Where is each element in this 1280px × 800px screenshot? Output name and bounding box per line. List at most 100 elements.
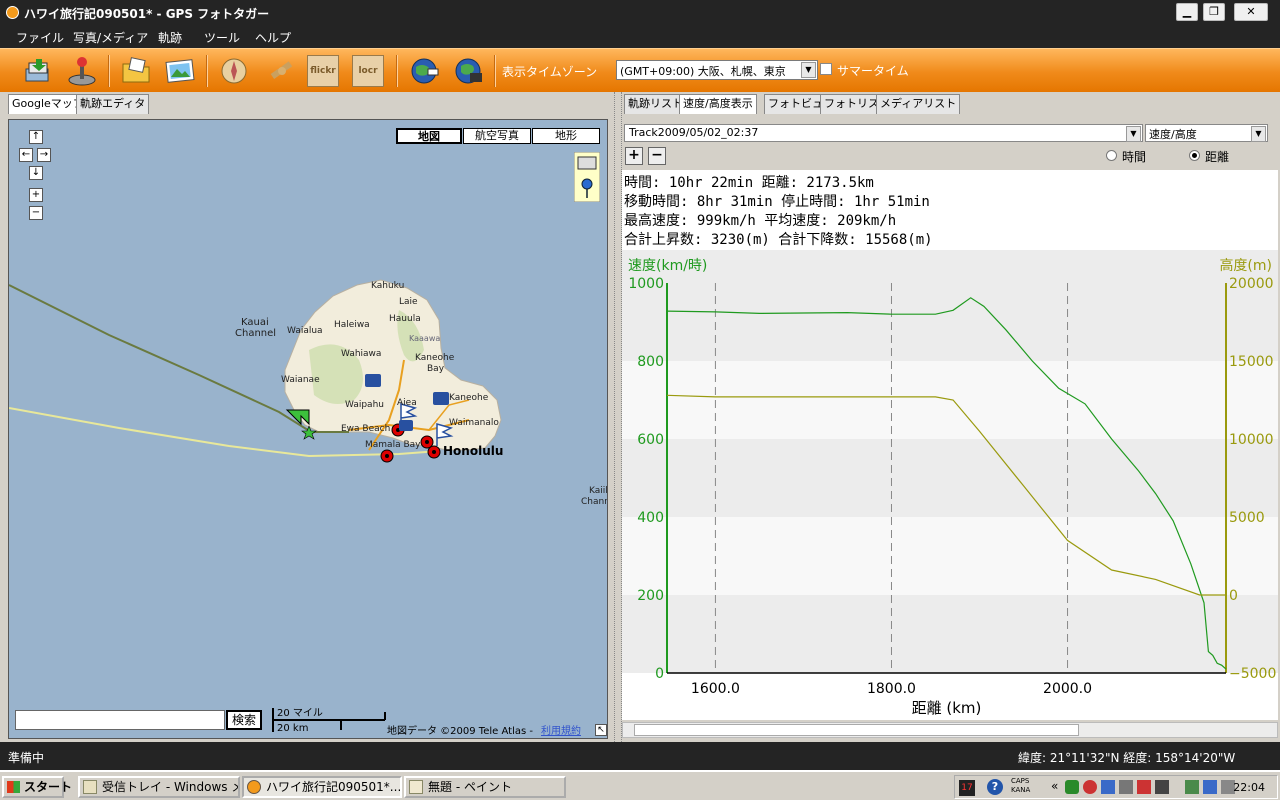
calendar-icon[interactable]: 17	[959, 780, 975, 796]
chevron-down-icon[interactable]: ▼	[1126, 126, 1141, 142]
map-type-map[interactable]: 地図	[396, 128, 462, 144]
timezone-value: (GMT+09:00) 大阪、札幌、東京	[620, 65, 786, 78]
map-zoom-in-button[interactable]: +	[29, 188, 43, 202]
pan-left-button[interactable]: ←	[19, 148, 33, 162]
chevron-down-icon[interactable]: ▼	[1251, 126, 1266, 142]
map-search-button[interactable]: 検索	[226, 710, 262, 730]
usb-icon[interactable]	[1185, 780, 1199, 794]
map-search-input[interactable]	[15, 710, 225, 730]
chart-left-tick-label: 600	[637, 432, 664, 448]
flickr-icon[interactable]: flickr	[307, 55, 339, 87]
timezone-select[interactable]: (GMT+09:00) 大阪、札幌、東京 ▼	[616, 60, 818, 80]
printer-icon[interactable]	[1155, 780, 1169, 794]
menu-tools[interactable]: ツール	[204, 29, 240, 46]
photo-icon[interactable]	[164, 55, 196, 87]
map-label: Kahuku	[371, 281, 405, 291]
joystick-icon[interactable]	[66, 55, 98, 87]
menu-photo-media[interactable]: 写真/メディア	[73, 29, 148, 46]
toolbar: flickr locr 表示タイムゾーン (GMT+09:00) 大阪、札幌、東…	[0, 48, 1280, 92]
map-marker-tool-icon[interactable]	[574, 152, 600, 202]
kana-indicator: KANA	[1011, 786, 1031, 794]
panel-splitter[interactable]	[614, 92, 622, 742]
menu-help[interactable]: ヘルプ	[255, 29, 291, 46]
satellite-icon[interactable]	[266, 55, 298, 87]
network-icon[interactable]	[1065, 780, 1079, 794]
tray-expand-icon[interactable]: «	[1051, 779, 1058, 793]
import-icon[interactable]	[22, 55, 54, 87]
chart-x-axis-title: 距離 (km)	[912, 699, 982, 717]
taskbar-item-gps-phototagger[interactable]: ハワイ旅行記090501*...	[242, 776, 402, 798]
menu-file[interactable]: ファイル	[16, 29, 64, 46]
taskbar-item-label: 無題 - ペイント	[428, 780, 512, 794]
chart-horizontal-scrollbar[interactable]	[622, 722, 1278, 738]
clock: 22:04	[1233, 781, 1265, 794]
close-button[interactable]: ✕	[1234, 3, 1268, 21]
scale-miles: 20 マイル	[277, 708, 323, 719]
taskbar-item-label: ハワイ旅行記090501*...	[266, 780, 402, 794]
update-icon[interactable]	[1101, 780, 1115, 794]
chart-right-tick-label: −5000	[1229, 666, 1276, 682]
chart-x-tick-label: 2000.0	[1043, 681, 1092, 697]
maximize-button[interactable]: ❐	[1203, 3, 1225, 21]
security-icon[interactable]	[1083, 780, 1097, 794]
chart-left-tick-label: 0	[655, 666, 664, 682]
earth-icon[interactable]	[408, 55, 440, 87]
chart-svg[interactable]: 速度(km/時) 高度(m) 0 200 400 600 800 1000 −5000 0 5000…	[622, 250, 1278, 720]
speed-altitude-chart[interactable]: 速度(km/時) 高度(m) 0 200 400 600 800 1000 −5000 0 5000…	[622, 250, 1278, 720]
map-label: Ewa Beach	[341, 424, 391, 434]
summer-time-checkbox[interactable]	[820, 63, 832, 75]
chart-zoom-out-button[interactable]: −	[648, 147, 666, 165]
taskbar-item-paint[interactable]: 無題 - ペイント	[404, 776, 566, 798]
locr-icon[interactable]: locr	[352, 55, 384, 87]
map-label: Waialua	[287, 326, 323, 336]
ime-status[interactable]: CAPS KANA	[1011, 777, 1030, 795]
toolbar-separator	[206, 55, 208, 87]
tab-speed-altitude[interactable]: 速度/高度表示	[679, 94, 757, 114]
device-icon[interactable]	[1119, 780, 1133, 794]
map-view[interactable]: ↑ ← → ↓ + − 地図 航空写真 地形 Kahuku Laie Kauai…	[8, 119, 608, 739]
chart-band	[622, 250, 1278, 283]
folder-icon[interactable]	[120, 55, 152, 87]
map-label: Waipahu	[345, 400, 384, 410]
movie-icon[interactable]	[452, 55, 484, 87]
radio-distance[interactable]	[1189, 150, 1200, 161]
right-panel: 軌跡リスト 速度/高度表示 フォトビュー フォトリスト メディアリスト Trac…	[622, 92, 1280, 742]
map-zoom-out-button[interactable]: −	[29, 206, 43, 220]
alert-icon[interactable]	[1137, 780, 1151, 794]
resize-corner-icon[interactable]: ↖	[595, 724, 607, 736]
chart-right-tick-label: 0	[1229, 588, 1238, 604]
map-type-terrain[interactable]: 地形	[532, 128, 600, 144]
taskbar: スタート 受信トレイ - Windows メ... ハワイ旅行記090501*.…	[0, 770, 1280, 800]
chart-zoom-in-button[interactable]: +	[625, 147, 643, 165]
terms-link[interactable]: 利用規約	[541, 722, 581, 737]
map-attribution: 地図データ ©2009 Tele Atlas -	[387, 726, 533, 737]
taskbar-item-mail[interactable]: 受信トレイ - Windows メ...	[78, 776, 240, 798]
paint-icon	[409, 780, 423, 794]
map-canvas[interactable]	[9, 120, 608, 739]
tab-media-list[interactable]: メディアリスト	[876, 94, 961, 114]
monitor-icon[interactable]	[1203, 780, 1217, 794]
start-button[interactable]: スタート	[2, 776, 72, 798]
pan-right-button[interactable]: →	[37, 148, 51, 162]
app-icon	[247, 780, 261, 794]
pan-up-button[interactable]: ↑	[29, 130, 43, 144]
graph-mode-select[interactable]: 速度/高度 ▼	[1145, 124, 1268, 142]
compass-icon[interactable]	[218, 55, 250, 87]
tab-track-editor[interactable]: 軌跡エディタ	[76, 94, 150, 114]
help-icon[interactable]: ?	[987, 779, 1003, 795]
chevron-down-icon[interactable]: ▼	[801, 62, 816, 78]
stat-time-distance: 時間: 10hr 22min 距離: 2173.5km	[624, 175, 874, 191]
chart-x-tick-label: 1800.0	[867, 681, 916, 697]
minimize-button[interactable]: ▁	[1176, 3, 1198, 21]
stat-ascent-descent: 合計上昇数: 3230(m) 合計下降数: 15568(m)	[624, 232, 933, 248]
summer-time-label: サマータイム	[837, 64, 909, 78]
tab-track-list[interactable]: 軌跡リスト	[624, 94, 687, 114]
track-select[interactable]: Track2009/05/02_02:37 ▼	[624, 124, 1143, 142]
track-stats: 時間: 10hr 22min 距離: 2173.5km 移動時間: 8hr 31…	[622, 170, 1278, 250]
chart-right-axis-title: 高度(m)	[1219, 257, 1272, 274]
pan-down-button[interactable]: ↓	[29, 166, 43, 180]
scrollbar-thumb[interactable]	[634, 724, 1079, 736]
radio-time[interactable]	[1106, 150, 1117, 161]
menu-track[interactable]: 軌跡	[158, 29, 182, 46]
map-type-satellite[interactable]: 航空写真	[463, 128, 531, 144]
